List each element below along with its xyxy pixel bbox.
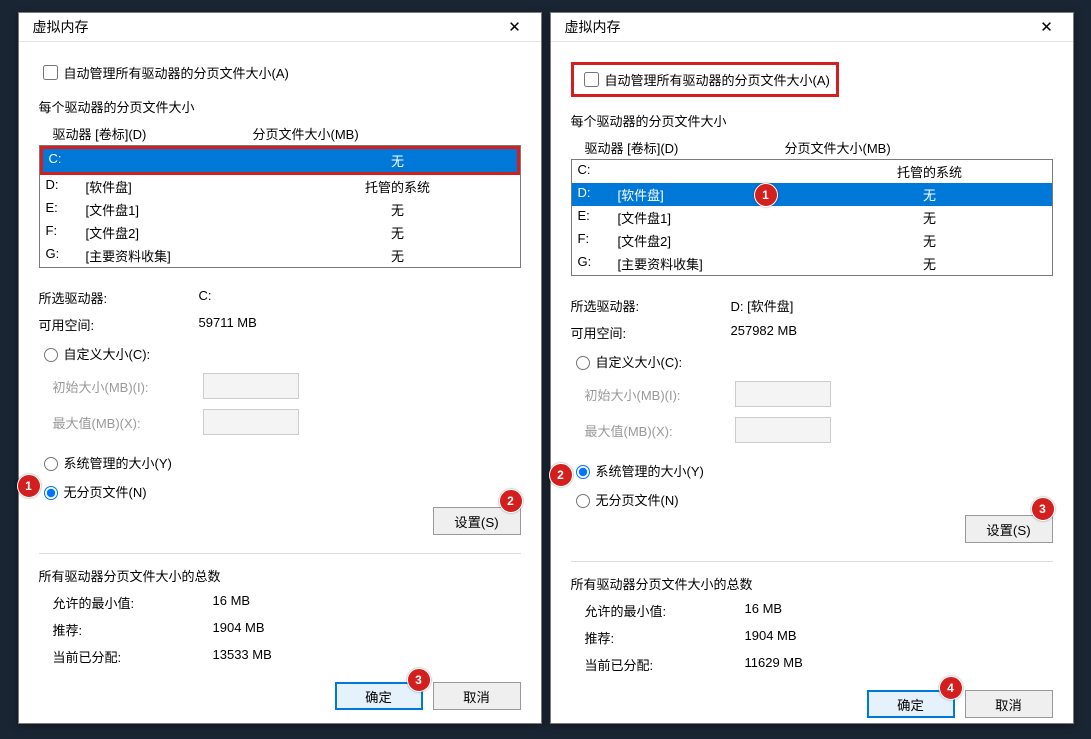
list-item[interactable]: F: [文件盘2] 无 — [572, 229, 1052, 252]
dialog-title: 虚拟内存 — [33, 17, 89, 37]
auto-manage-label: 自动管理所有驱动器的分页文件大小(A) — [64, 63, 289, 82]
radio-custom-size[interactable]: 自定义大小(C): — [571, 352, 1053, 371]
radio-sysmgd-label: 系统管理的大小(Y) — [596, 461, 704, 480]
selected-drive-v: C: — [199, 288, 212, 307]
cancel-button[interactable]: 取消 — [965, 690, 1053, 718]
annotation-badge-3: 3 — [1031, 497, 1055, 521]
free-space-v: 257982 MB — [731, 323, 798, 342]
list-item[interactable]: D: [软件盘] 托管的系统 — [40, 175, 520, 198]
radio-custom-input[interactable] — [44, 348, 58, 362]
col-drive: 驱动器 [卷标](D) — [585, 138, 785, 157]
titlebar: 虚拟内存 ✕ — [19, 13, 541, 42]
annotation-badge-1: 1 — [754, 183, 778, 207]
radio-nopage-label: 无分页文件(N) — [596, 490, 679, 509]
radio-sysmgd-input[interactable] — [44, 457, 58, 471]
free-space-k: 可用空间: — [39, 315, 199, 334]
auto-manage-checkbox[interactable] — [584, 72, 599, 87]
radio-custom-label: 自定义大小(C): — [596, 352, 683, 371]
auto-manage-row: 自动管理所有驱动器的分页文件大小(A) — [39, 62, 521, 83]
selected-drive-k: 所选驱动器: — [571, 296, 731, 315]
radio-custom-input[interactable] — [576, 356, 590, 370]
initial-size-row: 初始大小(MB)(I): — [53, 373, 521, 399]
col-drive: 驱动器 [卷标](D) — [53, 124, 253, 143]
dialog-body: 自动管理所有驱动器的分页文件大小(A) 每个驱动器的分页文件大小 驱动器 [卷标… — [19, 42, 541, 728]
free-space-k: 可用空间: — [571, 323, 731, 342]
radio-system-managed[interactable]: 系统管理的大小(Y) — [571, 461, 1053, 480]
free-space-v: 59711 MB — [199, 315, 257, 334]
auto-manage-label: 自动管理所有驱动器的分页文件大小(A) — [605, 70, 830, 89]
radio-custom-label: 自定义大小(C): — [64, 344, 151, 363]
initial-size-input — [203, 373, 299, 399]
titlebar: 虚拟内存 ✕ — [551, 13, 1073, 42]
drive-list[interactable]: C: 托管的系统 D: [软件盘] 1 无 E: [文件盘1] 无 F: — [571, 159, 1053, 276]
cancel-button[interactable]: 取消 — [433, 682, 521, 710]
max-size-input — [203, 409, 299, 435]
dialog-body: 自动管理所有驱动器的分页文件大小(A) 每个驱动器的分页文件大小 驱动器 [卷标… — [551, 42, 1073, 736]
list-header: 驱动器 [卷标](D) 分页文件大小(MB) — [585, 138, 1053, 157]
list-item[interactable]: C: 无 — [43, 149, 517, 172]
initial-size-input — [735, 381, 831, 407]
per-drive-subhead: 每个驱动器的分页文件大小 — [39, 97, 521, 116]
virtual-memory-dialog-left: 虚拟内存 ✕ 自动管理所有驱动器的分页文件大小(A) 每个驱动器的分页文件大小 … — [18, 12, 542, 724]
annotation-badge-4: 4 — [939, 676, 963, 700]
list-item[interactable]: F: [文件盘2] 无 — [40, 221, 520, 244]
list-item[interactable]: G: [主要资料收集] 无 — [40, 244, 520, 267]
auto-manage-checkbox[interactable] — [43, 65, 58, 80]
list-item[interactable]: E: [文件盘1] 无 — [572, 206, 1052, 229]
col-size: 分页文件大小(MB) — [253, 124, 359, 143]
radio-no-paging[interactable]: 无分页文件(N) — [571, 490, 1053, 509]
annotation-badge-2: 2 — [499, 489, 523, 513]
radio-nopage-label: 无分页文件(N) — [64, 482, 147, 501]
annotation-badge-3: 3 — [407, 668, 431, 692]
dialog-title: 虚拟内存 — [565, 17, 621, 37]
radio-system-managed[interactable]: 系统管理的大小(Y) — [39, 453, 521, 472]
list-header: 驱动器 [卷标](D) 分页文件大小(MB) — [53, 124, 521, 143]
col-size: 分页文件大小(MB) — [785, 138, 891, 157]
radio-no-paging[interactable]: 无分页文件(N) — [39, 482, 521, 501]
initial-size-row: 初始大小(MB)(I): — [585, 381, 1053, 407]
totals-head: 所有驱动器分页文件大小的总数 — [571, 574, 1053, 593]
radio-sysmgd-input[interactable] — [576, 465, 590, 479]
list-item[interactable]: C: 托管的系统 — [572, 160, 1052, 183]
max-size-row: 最大值(MB)(X): — [53, 409, 521, 435]
annotation-badge-1: 1 — [17, 474, 41, 498]
close-icon[interactable]: ✕ — [1027, 13, 1067, 41]
virtual-memory-dialog-right: 虚拟内存 ✕ 自动管理所有驱动器的分页文件大小(A) 每个驱动器的分页文件大小 … — [550, 12, 1074, 724]
max-size-input — [735, 417, 831, 443]
selected-drive-k: 所选驱动器: — [39, 288, 199, 307]
list-item[interactable]: E: [文件盘1] 无 — [40, 198, 520, 221]
close-icon[interactable]: ✕ — [495, 13, 535, 41]
per-drive-subhead: 每个驱动器的分页文件大小 — [571, 111, 1053, 130]
auto-manage-row: 自动管理所有驱动器的分页文件大小(A) — [571, 62, 839, 97]
list-item[interactable]: D: [软件盘] 1 无 — [572, 183, 1052, 206]
radio-nopage-input[interactable] — [44, 486, 58, 500]
max-size-row: 最大值(MB)(X): — [585, 417, 1053, 443]
radio-custom-size[interactable]: 自定义大小(C): — [39, 344, 521, 363]
drive-list[interactable]: C: 无 D: [软件盘] 托管的系统 E: [文件盘1] 无 F: — [39, 145, 521, 268]
radio-nopage-input[interactable] — [576, 494, 590, 508]
annotation-badge-2: 2 — [549, 463, 573, 487]
radio-sysmgd-label: 系统管理的大小(Y) — [64, 453, 172, 472]
totals-head: 所有驱动器分页文件大小的总数 — [39, 566, 521, 585]
list-item[interactable]: G: [主要资料收集] 无 — [572, 252, 1052, 275]
selected-drive-v: D: [软件盘] — [731, 296, 794, 315]
